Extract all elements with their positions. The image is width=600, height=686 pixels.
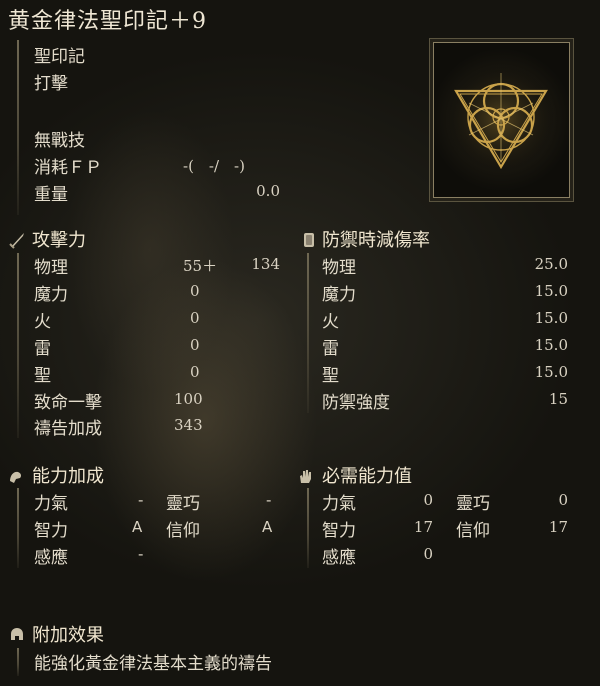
helmet-icon xyxy=(11,628,23,640)
golden-order-seal-icon xyxy=(446,64,556,174)
item-type: 聖印記 xyxy=(34,47,85,67)
req-label-arc: 感應 xyxy=(322,548,356,568)
weight-value: 0.0 xyxy=(256,182,280,200)
req-value-str: 0 xyxy=(423,491,433,509)
scaling-label-str: 力氣 xyxy=(34,494,68,514)
scaling-value-fai: A xyxy=(262,518,273,536)
effect-text: 能強化黃金律法基本主義的禱告 xyxy=(34,654,272,674)
defense-label-magic: 魔力 xyxy=(322,285,356,305)
req-label-int: 智力 xyxy=(322,521,356,541)
scaling-divider xyxy=(17,488,19,568)
defense-value-guard-boost: 15 xyxy=(548,390,568,408)
sword-icon xyxy=(9,233,24,249)
defense-label-physical: 物理 xyxy=(322,258,356,278)
effect-header: 附加效果 xyxy=(32,625,104,646)
req-value-fai: 17 xyxy=(548,518,568,536)
defense-value-fire: 15.0 xyxy=(534,309,568,327)
defense-value-magic: 15.0 xyxy=(534,282,568,300)
req-value-arc: 0 xyxy=(423,545,433,563)
scaling-value-dex: - xyxy=(266,491,272,509)
attack-label-magic: 魔力 xyxy=(34,285,68,305)
scaling-value-arc: - xyxy=(138,545,144,563)
attack-type: 打擊 xyxy=(34,74,68,94)
attack-label-lightning: 雷 xyxy=(34,339,51,359)
attack-value-fire: 0 xyxy=(190,309,200,327)
attack-value-incant-scaling: 343 xyxy=(174,416,203,434)
attack-value-physical: 55＋ xyxy=(183,257,218,275)
defense-value-lightning: 15.0 xyxy=(534,336,568,354)
defense-divider xyxy=(307,253,309,413)
defense-value-physical: 25.0 xyxy=(534,255,568,273)
attack-divider xyxy=(17,253,19,438)
requirements-divider xyxy=(307,488,309,568)
attack-value-lightning: 0 xyxy=(190,336,200,354)
attack-label-physical: 物理 xyxy=(34,258,68,278)
attack-label-holy: 聖 xyxy=(34,366,51,386)
defense-label-fire: 火 xyxy=(322,312,339,332)
req-label-str: 力氣 xyxy=(322,494,356,514)
effect-divider xyxy=(17,648,19,676)
defense-label-holy: 聖 xyxy=(322,366,339,386)
attack-label-fire: 火 xyxy=(34,312,51,332)
attack-header: 攻擊力 xyxy=(32,230,86,251)
defense-value-holy: 15.0 xyxy=(534,363,568,381)
attack-value-magic: 0 xyxy=(190,282,200,300)
attack-label-critical: 致命一擊 xyxy=(34,393,102,413)
scaling-header: 能力加成 xyxy=(32,466,104,487)
scaling-value-int: A xyxy=(132,518,143,536)
requirements-header: 必需能力值 xyxy=(322,466,412,487)
attack-label-incant-scaling: 禱告加成 xyxy=(34,419,102,439)
item-image-frame xyxy=(433,42,570,198)
attack-value-critical: 100 xyxy=(174,390,203,408)
scaling-label-int: 智力 xyxy=(34,521,68,541)
attack-value-holy: 0 xyxy=(190,363,200,381)
fp-value: -( -/ -) xyxy=(183,157,245,175)
attack-value-physical-bonus: 134 xyxy=(251,255,280,273)
info-divider xyxy=(17,40,19,215)
item-title: 黄金律法聖印記＋9 xyxy=(8,9,207,34)
scaling-value-str: - xyxy=(138,491,144,509)
defense-header: 防禦時減傷率 xyxy=(322,230,430,251)
req-label-dex: 靈巧 xyxy=(456,494,490,514)
weight-label: 重量 xyxy=(34,185,68,205)
hand-icon xyxy=(300,470,311,483)
fp-label: 消耗ＦＰ xyxy=(34,158,102,178)
defense-label-lightning: 雷 xyxy=(322,339,339,359)
scaling-label-dex: 靈巧 xyxy=(166,494,200,514)
req-value-dex: 0 xyxy=(558,491,568,509)
req-label-fai: 信仰 xyxy=(456,521,490,541)
arm-icon xyxy=(10,471,22,483)
shield-icon xyxy=(304,233,314,247)
skill-name: 無戰技 xyxy=(34,131,85,151)
scaling-label-arc: 感應 xyxy=(34,548,68,568)
req-value-int: 17 xyxy=(413,518,433,536)
scaling-label-fai: 信仰 xyxy=(166,521,200,541)
defense-label-guard-boost: 防禦強度 xyxy=(322,393,390,413)
